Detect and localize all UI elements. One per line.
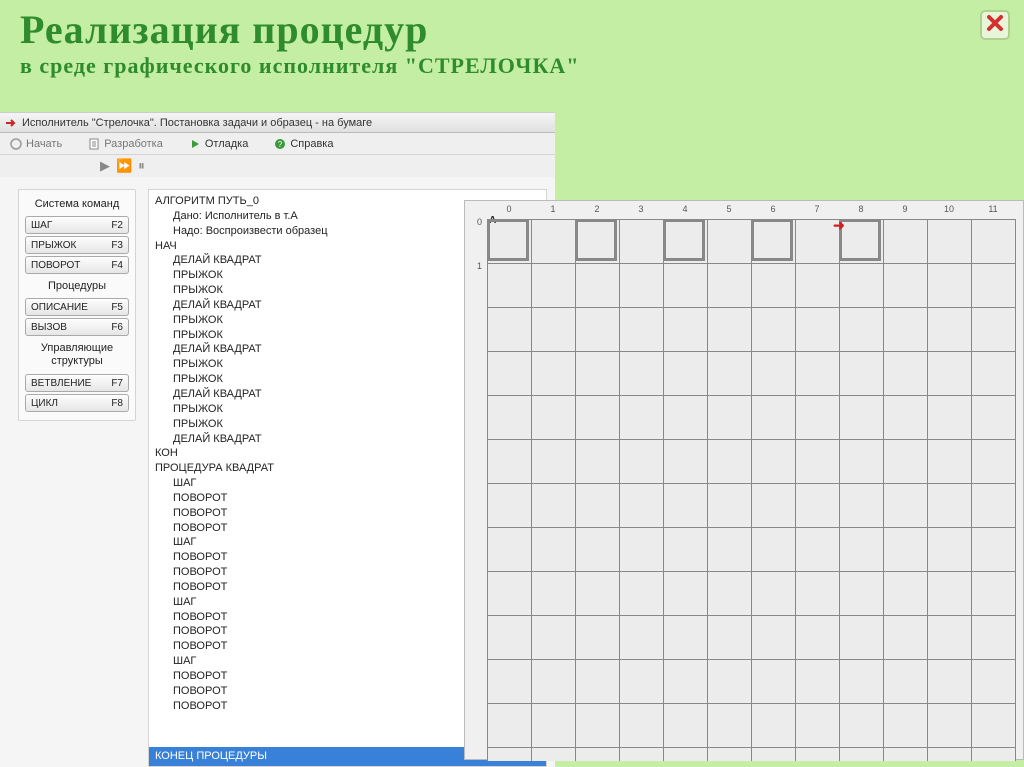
fast-forward-icon[interactable]: ⏩ xyxy=(116,158,132,174)
canvas-area[interactable]: 01234567891011 0 1 А ➜ xyxy=(464,200,1024,760)
window-titlebar: Исполнитель "Стрелочка". Постановка зада… xyxy=(0,113,555,133)
x-axis-labels: 01234567891011 xyxy=(487,204,1015,214)
arrow-icon xyxy=(4,116,18,130)
main-toolbar: Начать Разработка Отладка ? Справка xyxy=(0,133,555,155)
window-title-text: Исполнитель "Стрелочка". Постановка зада… xyxy=(22,117,372,129)
commands-panel: Система команд ШАГF2 ПРЫЖОКF3 ПОВОРОТF4 Пр… xyxy=(18,189,136,421)
drawn-square xyxy=(663,219,705,261)
cmd-button-поворот[interactable]: ПОВОРОТF4 xyxy=(25,256,129,274)
help-icon: ? xyxy=(274,138,286,150)
cmd-button-шаг[interactable]: ШАГF2 xyxy=(25,216,129,234)
system-heading: Система команд xyxy=(25,194,129,214)
cmd-button-прыжок[interactable]: ПРЫЖОКF3 xyxy=(25,236,129,254)
close-button[interactable] xyxy=(980,10,1010,40)
cursor-arrow-icon: ➜ xyxy=(833,217,845,234)
drawn-square xyxy=(575,219,617,261)
toolbar-debug[interactable]: Отладка xyxy=(189,138,248,150)
play-solid-icon[interactable]: ▶ xyxy=(100,158,110,174)
play-icon xyxy=(189,138,201,150)
document-icon xyxy=(88,138,100,150)
drawn-square xyxy=(487,219,529,261)
drawn-square xyxy=(751,219,793,261)
control-heading: Управляющие структуры xyxy=(25,338,129,372)
cmd-button-описание[interactable]: ОПИСАНИЕF5 xyxy=(25,298,129,316)
page-subtitle: в среде графического исполнителя "СТРЕЛО… xyxy=(20,53,1004,79)
grid xyxy=(487,219,1015,761)
toolbar-help[interactable]: ? Справка xyxy=(274,138,333,150)
y-label-0: 0 xyxy=(477,217,482,227)
page-title: Реализация процедур xyxy=(20,6,1004,53)
toolbar-develop[interactable]: Разработка xyxy=(88,138,163,150)
playback-toolbar: ▶ ⏩ ⏸ xyxy=(0,155,555,177)
close-icon xyxy=(985,13,1005,38)
cmd-button-цикл[interactable]: ЦИКЛF8 xyxy=(25,394,129,412)
toolbar-start[interactable]: Начать xyxy=(10,138,62,150)
drawn-square xyxy=(839,219,881,261)
svg-text:?: ? xyxy=(278,140,283,149)
y-label-1: 1 xyxy=(477,261,482,271)
cmd-button-вызов[interactable]: ВЫЗОВF6 xyxy=(25,318,129,336)
procedures-heading: Процедуры xyxy=(25,276,129,296)
circle-icon xyxy=(10,138,22,150)
cmd-button-ветвление[interactable]: ВЕТВЛЕНИЕF7 xyxy=(25,374,129,392)
pause-icon[interactable]: ⏸ xyxy=(138,158,145,174)
